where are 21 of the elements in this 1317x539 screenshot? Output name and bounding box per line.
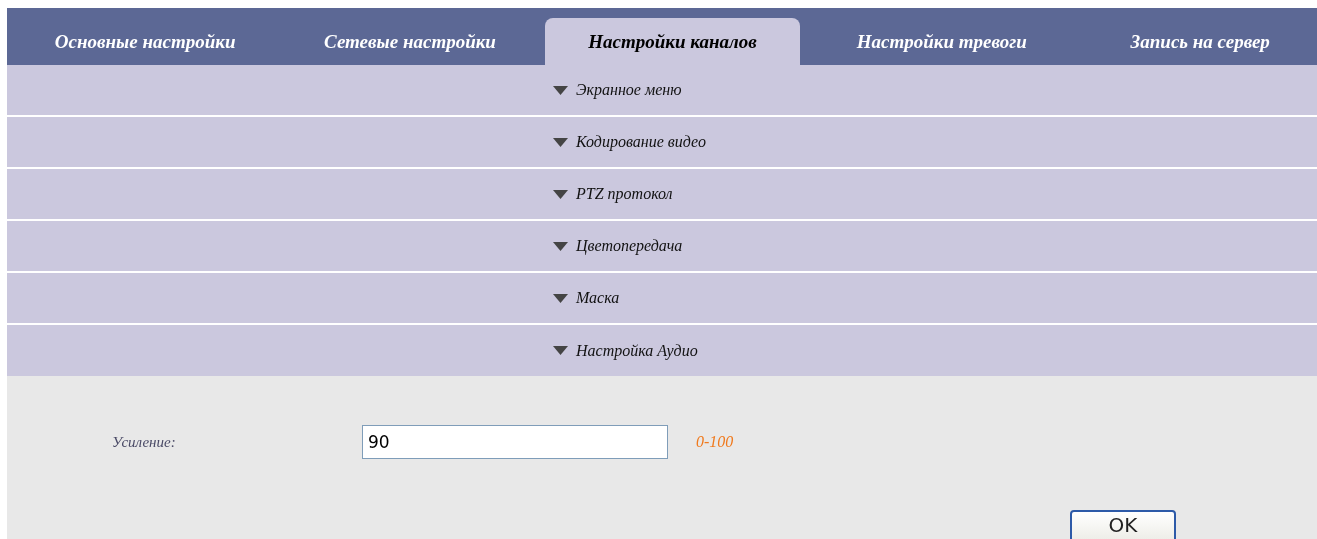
section-header[interactable]: Экранное меню [7,65,1317,117]
gain-label: Усиление: [112,433,177,451]
ok-button[interactable]: OK [1070,510,1176,539]
tab[interactable]: Сетевые настройки [283,18,537,65]
gain-field[interactable]: 90 [362,425,668,459]
section-header[interactable]: Маска [7,273,1317,325]
tab[interactable]: Настройки каналов [544,18,801,65]
tab[interactable]: Запись на сервер [1083,18,1317,65]
range-hint: 0-100 [696,433,734,451]
tab[interactable]: Настройки тревоги [800,18,1084,65]
section-header[interactable]: Цветопередача [7,221,1317,273]
caret-icon [553,346,568,355]
caret-icon [553,85,568,95]
caret-icon [553,189,568,199]
caret-icon [553,293,568,303]
tab[interactable]: Основные настройки [7,18,284,65]
section-header[interactable]: Кодирование видео [7,117,1317,169]
caret-icon [553,241,568,251]
section-header[interactable]: PTZ протокол [7,169,1317,221]
section-header[interactable]: Настройка Аудио [7,325,1317,376]
caret-icon [553,137,568,147]
